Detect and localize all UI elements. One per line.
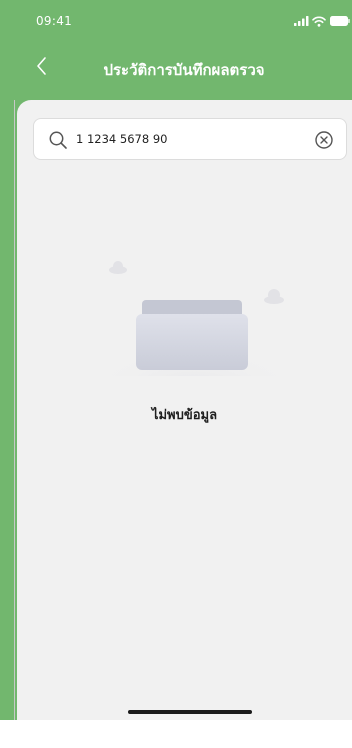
phone-screen: 09:41 ประวัติการบันทึกผลตรวจ 1 1234 5678… bbox=[0, 0, 352, 748]
search-icon bbox=[49, 131, 67, 149]
battery-icon bbox=[330, 16, 350, 26]
back-button[interactable] bbox=[30, 54, 54, 78]
chevron-left-icon bbox=[37, 57, 46, 75]
clear-icon[interactable] bbox=[314, 130, 334, 150]
signal-icon bbox=[294, 16, 309, 26]
status-icons bbox=[284, 16, 350, 28]
empty-state-message: ไม่พบข้อมูล bbox=[151, 408, 218, 423]
left-divider bbox=[14, 100, 15, 720]
bottom-strip bbox=[0, 720, 352, 748]
home-indicator bbox=[128, 710, 252, 714]
search-bar[interactable] bbox=[33, 118, 347, 160]
status-bar: 09:41 bbox=[0, 0, 352, 36]
page-title: ประวัติการบันทึกผลตรวจ bbox=[103, 61, 265, 79]
status-time: 09:41 bbox=[36, 14, 73, 28]
app-header: 09:41 ประวัติการบันทึกผลตรวจ bbox=[0, 0, 352, 104]
empty-folder-icon bbox=[102, 261, 286, 376]
search-input[interactable] bbox=[76, 129, 296, 149]
wifi-icon bbox=[312, 16, 326, 27]
